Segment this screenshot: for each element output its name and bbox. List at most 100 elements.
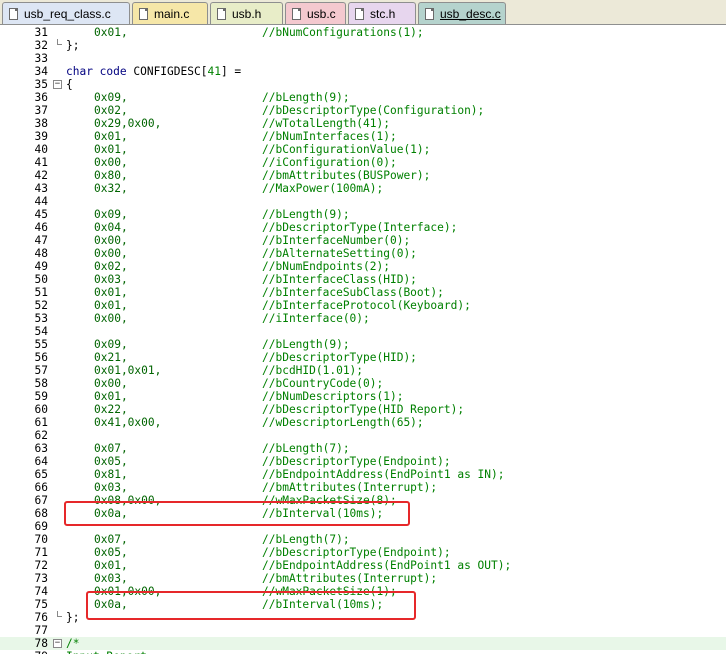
declaration-end: ] = (220, 65, 242, 78)
code-line: 40 0x01, //bConfigurationValue(1); (0, 143, 726, 156)
tab-usb-c[interactable]: usb.c (285, 2, 346, 24)
code-line: 77 (0, 624, 726, 637)
code-line: 35−{ (0, 78, 726, 91)
comment: //bDescriptorType(Endpoint); (262, 546, 451, 559)
comment: //bLength(9); (262, 338, 350, 351)
code-text: Input Report (66, 650, 147, 654)
line-number: 60 (34, 403, 48, 416)
line-number: 39 (34, 130, 48, 143)
code-line: 58 0x00, //bCountryCode(0); (0, 377, 726, 390)
hex-value: 0x07, (94, 442, 128, 455)
comment: //bDescriptorType(Configuration); (262, 104, 485, 117)
fold-collapse-icon[interactable]: − (53, 639, 62, 648)
code-line: 66 0x03, //bmAttributes(Interrupt); (0, 481, 726, 494)
code-line: 33 (0, 52, 726, 65)
comment: //bDescriptorType(Interface); (262, 221, 458, 234)
comment: //bDescriptorType(HID); (262, 351, 417, 364)
code-text: }; (66, 611, 80, 624)
comment: //bNumInterfaces(1); (262, 130, 397, 143)
hex-value: 0x01, (94, 26, 128, 39)
tab-bar: usb_req_class.c main.c usb.h usb.c stc.h usb_… (0, 0, 726, 25)
line-number: 78 (34, 637, 48, 650)
hex-value: 0x09, (94, 208, 128, 221)
identifier: CONFIGDESC[ (126, 65, 208, 78)
comment: //bcdHID(1.01); (262, 364, 364, 377)
file-icon (425, 7, 434, 20)
code-line: 49 0x02, //bNumEndpoints(2); (0, 260, 726, 273)
tab-stc-h[interactable]: stc.h (348, 2, 416, 24)
hex-value: 0x02, (94, 104, 128, 117)
line-number: 55 (34, 338, 48, 351)
line-number: 51 (34, 286, 48, 299)
line-number: 36 (34, 91, 48, 104)
line-number: 49 (34, 260, 48, 273)
code-line: 70 0x07, //bLength(7); (0, 533, 726, 546)
file-icon (292, 7, 301, 20)
code-line: 55 0x09, //bLength(9); (0, 338, 726, 351)
line-number: 69 (34, 520, 48, 533)
comment: //wTotalLength(41); (262, 117, 390, 130)
comment: //bDescriptorType(HID Report); (262, 403, 465, 416)
code-line: 31 0x01, //bNumConfigurations(1); (0, 26, 726, 39)
hex-value: 0x09, (94, 91, 128, 104)
tab-usb-h[interactable]: usb.h (210, 2, 283, 24)
code-line: 65 0x81, //bEndpointAddress(EndPoint1 as I… (0, 468, 726, 481)
line-number: 65 (34, 468, 48, 481)
line-number: 45 (34, 208, 48, 221)
line-number: 34 (34, 65, 48, 78)
code-line: 48 0x00, //bAlternateSetting(0); (0, 247, 726, 260)
highlight-box (86, 591, 416, 620)
fold-collapse-icon[interactable]: − (53, 80, 62, 89)
line-number: 77 (34, 624, 48, 637)
code-editor[interactable]: 31 0x01,//bNumConfigurations(1); 32}; 33 34 c… (0, 25, 726, 654)
line-number: 61 (34, 416, 48, 429)
code-text: /* (66, 637, 80, 650)
keyword: char code (66, 65, 127, 78)
code-line: 79 Input Report (0, 650, 726, 654)
line-number: 44 (34, 195, 48, 208)
line-number: 35 (34, 78, 48, 91)
line-number: 67 (34, 494, 48, 507)
hex-value: 0x00, (94, 156, 128, 169)
comment: //iInterface(0); (262, 312, 370, 325)
code-line: 39 0x01, //bNumInterfaces(1); (0, 130, 726, 143)
tab-main-c[interactable]: main.c (132, 2, 208, 24)
hex-value: 0x03, (94, 572, 128, 585)
line-number: 58 (34, 377, 48, 390)
hex-value: 0x22, (94, 403, 128, 416)
tab-usb-desc-c[interactable]: usb_desc.c (418, 2, 506, 24)
hex-value: 0x00, (94, 247, 128, 260)
hex-value: 0x01, (94, 299, 128, 312)
line-number: 37 (34, 104, 48, 117)
tab-usb-req-class-c[interactable]: usb_req_class.c (2, 2, 130, 24)
fold-end-icon (57, 611, 62, 617)
code-line: 50 0x03, //bInterfaceClass(HID); (0, 273, 726, 286)
code-text: { (66, 78, 73, 91)
code-line: 61 0x41,0x00, //wDescriptorLength(65); (0, 416, 726, 429)
comment: //bAlternateSetting(0); (262, 247, 417, 260)
comment: //bConfigurationValue(1); (262, 143, 431, 156)
hex-value: 0x02, (94, 260, 128, 273)
comment: //bInterfaceNumber(0); (262, 234, 411, 247)
line-number: 31 (34, 26, 48, 39)
line-number: 62 (34, 429, 48, 442)
line-number: 75 (34, 598, 48, 611)
line-number: 64 (34, 455, 48, 468)
tab-label: usb_req_class.c (24, 6, 111, 21)
line-number: 66 (34, 481, 48, 494)
code-line: 53 0x00, //iInterface(0); (0, 312, 726, 325)
hex-value: 0x04, (94, 221, 128, 234)
code-line: 45 0x09, //bLength(9); (0, 208, 726, 221)
hex-value: 0x01, (94, 559, 128, 572)
hex-value: 0x03, (94, 273, 128, 286)
comment: //bCountryCode(0); (262, 377, 384, 390)
hex-value: 0x03, (94, 481, 128, 494)
line-number: 72 (34, 559, 48, 572)
fold-end-icon (57, 39, 62, 45)
line-number: 41 (34, 156, 48, 169)
file-icon (355, 7, 364, 20)
hex-value: 0x00, (94, 377, 128, 390)
comment: //bDescriptorType(Endpoint); (262, 455, 451, 468)
highlight-box (64, 501, 410, 526)
comment: //bEndpointAddress(EndPoint1 as IN); (262, 468, 505, 481)
